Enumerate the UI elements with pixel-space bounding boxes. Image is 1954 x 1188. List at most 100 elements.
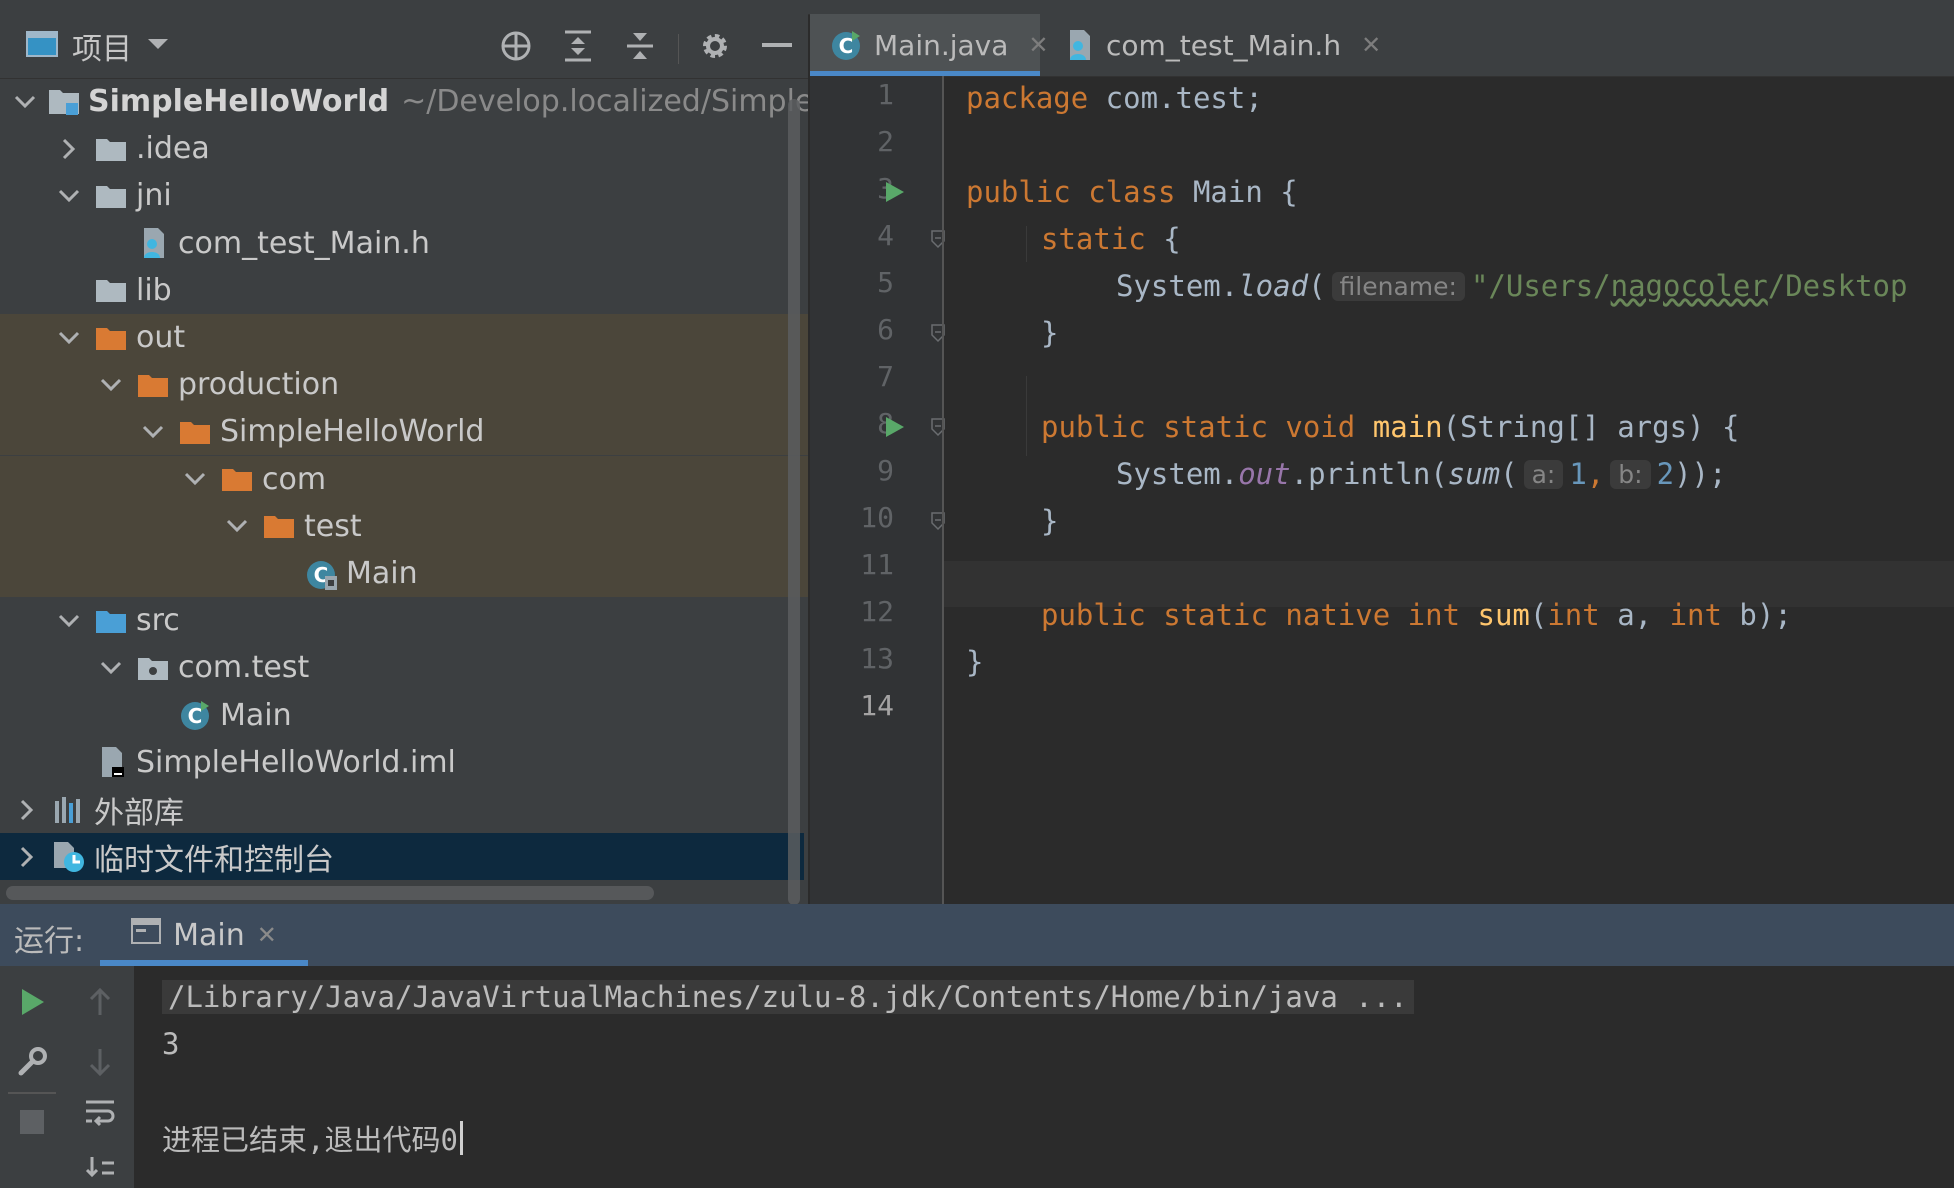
line-number: 6	[877, 313, 894, 346]
tree-item-label: SimpleHelloWorld	[220, 414, 485, 450]
chevron-right-icon[interactable]	[56, 136, 82, 162]
tree-vertical-scrollbar[interactable]	[788, 99, 800, 905]
run-gutter-icon[interactable]	[882, 180, 906, 204]
code-line-8: public static void main (String[] args) {	[1041, 410, 1740, 444]
window-top-strip	[0, 0, 1954, 15]
chevron-right-icon[interactable]	[14, 797, 40, 823]
tab-main-java[interactable]: C Main.java ✕	[810, 14, 1049, 76]
parameter-hint: a:	[1523, 459, 1564, 489]
chevron-down-icon[interactable]	[98, 655, 124, 681]
chevron-right-icon[interactable]	[14, 844, 40, 870]
chevron-down-icon[interactable]	[140, 419, 166, 445]
scroll-to-end-icon[interactable]	[80, 1148, 120, 1188]
folder-icon	[94, 179, 128, 213]
tree-item[interactable]: SimpleHelloWorld.iml	[0, 739, 808, 786]
chevron-down-icon[interactable]	[98, 372, 124, 398]
tree-item[interactable]: com	[0, 455, 808, 503]
tree-item-label: test	[304, 508, 362, 544]
indent-guide	[1026, 376, 1027, 456]
arrow-down-icon[interactable]	[80, 1042, 120, 1082]
line-number: 4	[877, 219, 894, 252]
tree-item[interactable]: test	[0, 502, 808, 550]
tree-item[interactable]: com.test	[0, 644, 808, 691]
tree-horizontal-scrollbar[interactable]	[6, 886, 654, 900]
project-tool-window: 项目 SimpleHelloWorld ~/Develop.localized/S…	[0, 14, 808, 905]
collapse-all-icon[interactable]	[620, 28, 660, 64]
line-number: 2	[877, 125, 894, 158]
line-number: 12	[860, 595, 894, 628]
hide-panel-icon[interactable]	[757, 28, 797, 64]
tree-item[interactable]: SimpleHelloWorld	[0, 408, 808, 456]
chevron-down-icon[interactable]	[56, 183, 82, 209]
project-toolbar: 项目	[0, 14, 808, 79]
console-command-line: /Library/Java/JavaVirtualMachines/zulu-8…	[162, 974, 1414, 1020]
line-number: 7	[877, 360, 894, 393]
tree-item-label: SimpleHelloWorld	[88, 84, 390, 119]
tree-item[interactable]: 外部库	[0, 786, 804, 833]
run-tab-main[interactable]: Main ✕	[100, 904, 308, 966]
tree-item-label: production	[178, 367, 340, 403]
line-number: 9	[877, 454, 894, 487]
code-line-5: System. load(filename: "/Users/nagocoler/D…	[1116, 269, 1908, 303]
arrow-up-icon[interactable]	[80, 982, 120, 1022]
close-icon[interactable]: ✕	[1361, 31, 1381, 59]
excluded-folder-icon	[220, 462, 254, 496]
stop-icon[interactable]	[12, 1102, 52, 1142]
excluded-folder-icon	[178, 415, 212, 449]
console-output[interactable]: /Library/Java/JavaVirtualMachines/zulu-8…	[134, 966, 1954, 1188]
line-number: 10	[860, 501, 894, 534]
code-editor: C Main.java ✕ com_test_Main.h ✕ 12345678…	[810, 14, 1954, 904]
tree-item-label: Main	[346, 556, 418, 591]
indent-guide	[1026, 226, 1027, 262]
tree-item-label: SimpleHelloWorld.iml	[136, 744, 456, 780]
tree-item[interactable]: SimpleHelloWorld ~/Develop.localized/Simp…	[0, 78, 808, 125]
chevron-down-icon[interactable]	[182, 466, 208, 492]
tree-item-label: 外部库	[94, 795, 184, 831]
soft-wrap-icon[interactable]	[80, 1092, 120, 1132]
code-area[interactable]: package com.test; public class Main { st…	[944, 76, 1954, 904]
tree-item[interactable]: out	[0, 314, 808, 361]
tree-item[interactable]: C Main	[0, 550, 808, 597]
rerun-icon[interactable]	[12, 982, 52, 1022]
locate-crosshair-icon[interactable]	[496, 28, 536, 64]
line-number: 11	[860, 548, 894, 581]
tab-com-test-main-h[interactable]: com_test_Main.h ✕	[1044, 14, 1381, 76]
project-tree: SimpleHelloWorld ~/Develop.localized/Simp…	[0, 78, 808, 890]
tree-item[interactable]: 临时文件和控制台	[0, 833, 804, 881]
chevron-down-icon[interactable]	[224, 513, 250, 539]
tree-item[interactable]: lib	[0, 267, 808, 314]
tree-item[interactable]: src	[0, 597, 808, 644]
tree-item[interactable]: jni	[0, 172, 808, 219]
tree-item-label: 临时文件和控制台	[94, 842, 334, 878]
chevron-down-icon[interactable]	[56, 325, 82, 351]
tree-item[interactable]: com_test_Main.h	[0, 220, 808, 267]
code-line-4: static {	[1041, 222, 1181, 256]
project-view-selector[interactable]: 项目	[26, 26, 170, 67]
chevron-down-icon[interactable]	[14, 89, 36, 115]
parameter-hint: b:	[1610, 459, 1651, 489]
java-class-icon: C	[830, 28, 862, 62]
tree-item-label: out	[136, 320, 186, 355]
run-header: 运行: Main ✕	[0, 904, 1954, 966]
project-window-icon	[26, 30, 58, 62]
run-gutter-icon[interactable]	[882, 415, 906, 439]
console-icon	[131, 917, 162, 953]
iml-file-icon	[94, 745, 128, 779]
code-line-10: }	[1041, 504, 1059, 538]
chevron-down-icon[interactable]	[56, 608, 82, 634]
tree-item[interactable]: production	[0, 361, 808, 409]
code-line-3: public class Main {	[966, 175, 1298, 209]
tree-item-label: lib	[136, 272, 172, 308]
run-title: 运行:	[14, 924, 85, 959]
wrench-icon[interactable]	[12, 1042, 52, 1082]
tree-item[interactable]: .idea	[0, 125, 808, 172]
tree-item-label: .idea	[136, 131, 210, 167]
gear-icon[interactable]	[695, 28, 735, 64]
excluded-folder-icon	[94, 321, 128, 355]
run-tab-label: Main	[173, 917, 245, 953]
tree-item[interactable]: C Main	[0, 692, 808, 739]
close-icon[interactable]: ✕	[257, 921, 277, 949]
expand-all-icon[interactable]	[558, 28, 598, 64]
